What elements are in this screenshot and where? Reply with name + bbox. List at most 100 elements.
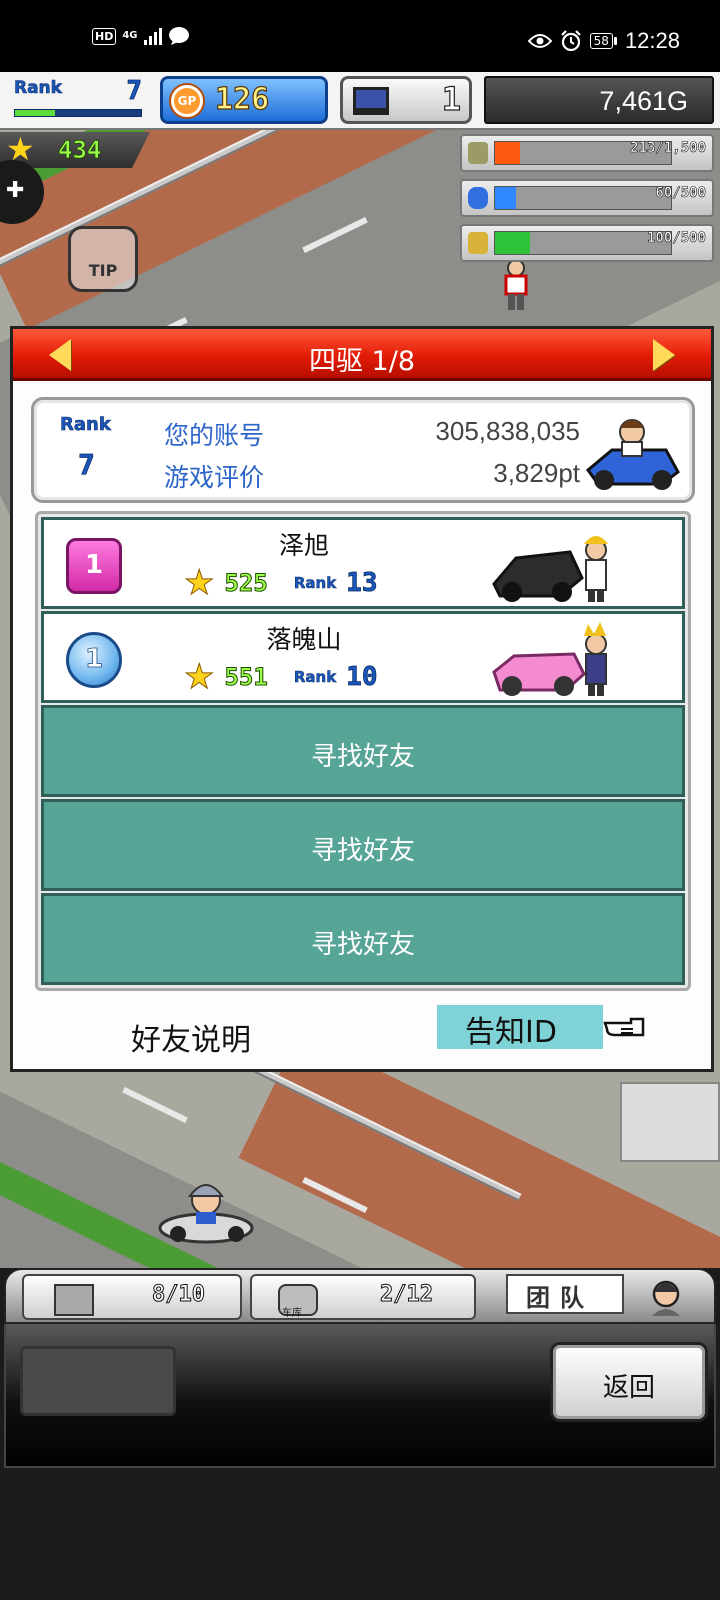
- resource-text: 60/500: [655, 185, 706, 202]
- friend-stars: 551: [224, 663, 268, 692]
- next-page-arrow-icon[interactable]: [653, 339, 675, 371]
- resource-text: 213/1,500: [630, 140, 706, 157]
- account-id-value: 305,838,035: [435, 416, 580, 446]
- dialog-header: 四驱 1/8: [13, 329, 711, 381]
- notify-id-button[interactable]: 告知ID: [437, 1005, 603, 1050]
- tab-items[interactable]: 8/10: [22, 1274, 242, 1320]
- friend-rank-label: Rank: [293, 574, 337, 593]
- building: [620, 1082, 720, 1162]
- status-bar: HD 4G 58 12:28: [0, 0, 720, 72]
- find-friend-slot[interactable]: 寻找好友: [41, 799, 685, 891]
- materials-icon: [468, 142, 488, 164]
- bottom-bar: 8/10 车库 2/12 团队 返回: [0, 1268, 720, 1600]
- friend-rank: 10: [346, 662, 378, 693]
- top-hud: Rank 7 GP 126 1 7,461G: [0, 72, 720, 130]
- garage-label: 车库: [282, 1308, 302, 1319]
- friend-row[interactable]: 1 泽旭 ★ 525 Rank 13: [41, 517, 685, 609]
- eye-icon: [527, 34, 552, 48]
- resource-track: [494, 186, 672, 210]
- empty-slot[interactable]: [20, 1346, 176, 1416]
- chat-bubble-icon: [168, 27, 189, 45]
- player-car-sprite: [585, 419, 680, 490]
- friend-rank-label: Rank: [293, 668, 337, 687]
- medal-badge: 1: [66, 632, 122, 688]
- resource-fill: [495, 232, 531, 254]
- friend-name: 落魄山: [266, 625, 342, 654]
- find-friend-label: 寻找好友: [310, 930, 415, 960]
- find-friend-slot[interactable]: 寻找好友: [41, 893, 685, 985]
- garage-count: 2/12: [380, 1282, 434, 1308]
- find-friend-slot[interactable]: 寻找好友: [41, 705, 685, 797]
- rank-label: Rank: [14, 78, 63, 99]
- notify-id-label: 告知ID: [465, 1015, 557, 1050]
- account-id-label: 您的账号: [164, 421, 265, 450]
- medal-badge: 1: [66, 538, 122, 594]
- account-rank-label: Rank: [60, 414, 111, 436]
- back-button[interactable]: 返回: [550, 1342, 708, 1422]
- friend-help-link[interactable]: 好友说明: [131, 1015, 251, 1059]
- tab-team[interactable]: 团队: [506, 1274, 624, 1314]
- friend-car-sprite: [492, 536, 608, 602]
- hd-badge: HD: [92, 27, 117, 45]
- team-label: 团队: [526, 1284, 594, 1312]
- pointing-hand-icon: [603, 1017, 645, 1037]
- alarm-icon: [560, 30, 581, 52]
- battery-icon: 58: [589, 33, 617, 49]
- lane-mark: [122, 1086, 188, 1124]
- resource-track: [494, 231, 672, 255]
- bottom-panel: 返回: [4, 1324, 716, 1468]
- tip-label: TIP: [88, 261, 118, 280]
- battery-level: 58: [589, 33, 613, 49]
- money-value: 7,461G: [599, 86, 688, 116]
- staff-avatar-icon[interactable]: [646, 1276, 686, 1316]
- resource-materials[interactable]: 213/1,500: [460, 134, 714, 172]
- account-rank-value: 7: [78, 448, 96, 482]
- gp-counter[interactable]: GP 126: [160, 76, 328, 124]
- rank-progress-fill: [15, 110, 56, 116]
- stars-value: 434: [58, 136, 102, 165]
- pc-counter[interactable]: 1: [340, 76, 472, 124]
- wheat-icon: [468, 232, 488, 254]
- crate-icon: [54, 1284, 94, 1316]
- signal-icon: [143, 27, 162, 45]
- pedestrian-sprite: [504, 259, 528, 310]
- items-count: 8/10: [152, 1282, 206, 1308]
- tab-garage[interactable]: 车库 2/12: [250, 1274, 476, 1320]
- puzzle-icon: ✚: [6, 178, 25, 203]
- rating-value: 3,829pt: [493, 458, 580, 488]
- star-icon: ★: [183, 657, 215, 697]
- find-friend-label: 寻找好友: [310, 742, 415, 772]
- friend-row[interactable]: 1 落魄山 ★ 551 Rank 10: [41, 611, 685, 703]
- find-friend-label: 寻找好友: [310, 836, 415, 866]
- fuel-icon: [468, 187, 488, 209]
- friends-dialog: 四驱 1/8 Rank 7 您的账号 305,838,035 游戏评价 3,82…: [10, 326, 714, 1072]
- dialog-title: 四驱 1/8: [308, 346, 416, 377]
- friend-rank: 13: [346, 568, 378, 599]
- friends-list: 1 泽旭 ★ 525 Rank 13 1 落魄山 ★ 551 Rank 10 寻…: [35, 511, 691, 991]
- friend-stats: ★ 551 Rank 10: [183, 657, 378, 697]
- rank-progress-bar: [14, 109, 142, 117]
- rating-label: 游戏评价: [164, 463, 265, 492]
- resource-fill: [495, 187, 517, 209]
- gp-value: 126: [214, 81, 270, 117]
- friend-car-sprite: [492, 622, 607, 696]
- driver-car-sprite: [158, 1184, 254, 1244]
- money-display: 7,461G: [484, 76, 714, 124]
- back-label: 返回: [602, 1373, 655, 1403]
- star-icon: ★: [183, 563, 215, 603]
- computer-icon: [353, 87, 389, 115]
- player-rank[interactable]: Rank 7: [8, 76, 146, 120]
- account-card: Rank 7 您的账号 305,838,035 游戏评价 3,829pt: [31, 397, 695, 503]
- resource-fill: [495, 142, 520, 164]
- resource-fuel[interactable]: 60/500: [460, 179, 714, 217]
- tip-button[interactable]: TIP: [68, 226, 138, 292]
- friend-name: 泽旭: [278, 531, 329, 560]
- network-type: 4G: [122, 30, 138, 41]
- resource-crops[interactable]: 100/500: [460, 224, 714, 262]
- rank-value: 7: [126, 76, 142, 107]
- status-right: 58 12:28: [527, 28, 680, 54]
- clock: 12:28: [624, 28, 680, 53]
- friend-stars: 525: [224, 569, 268, 598]
- gp-coin-icon: GP: [171, 85, 203, 117]
- resource-text: 100/500: [646, 230, 707, 247]
